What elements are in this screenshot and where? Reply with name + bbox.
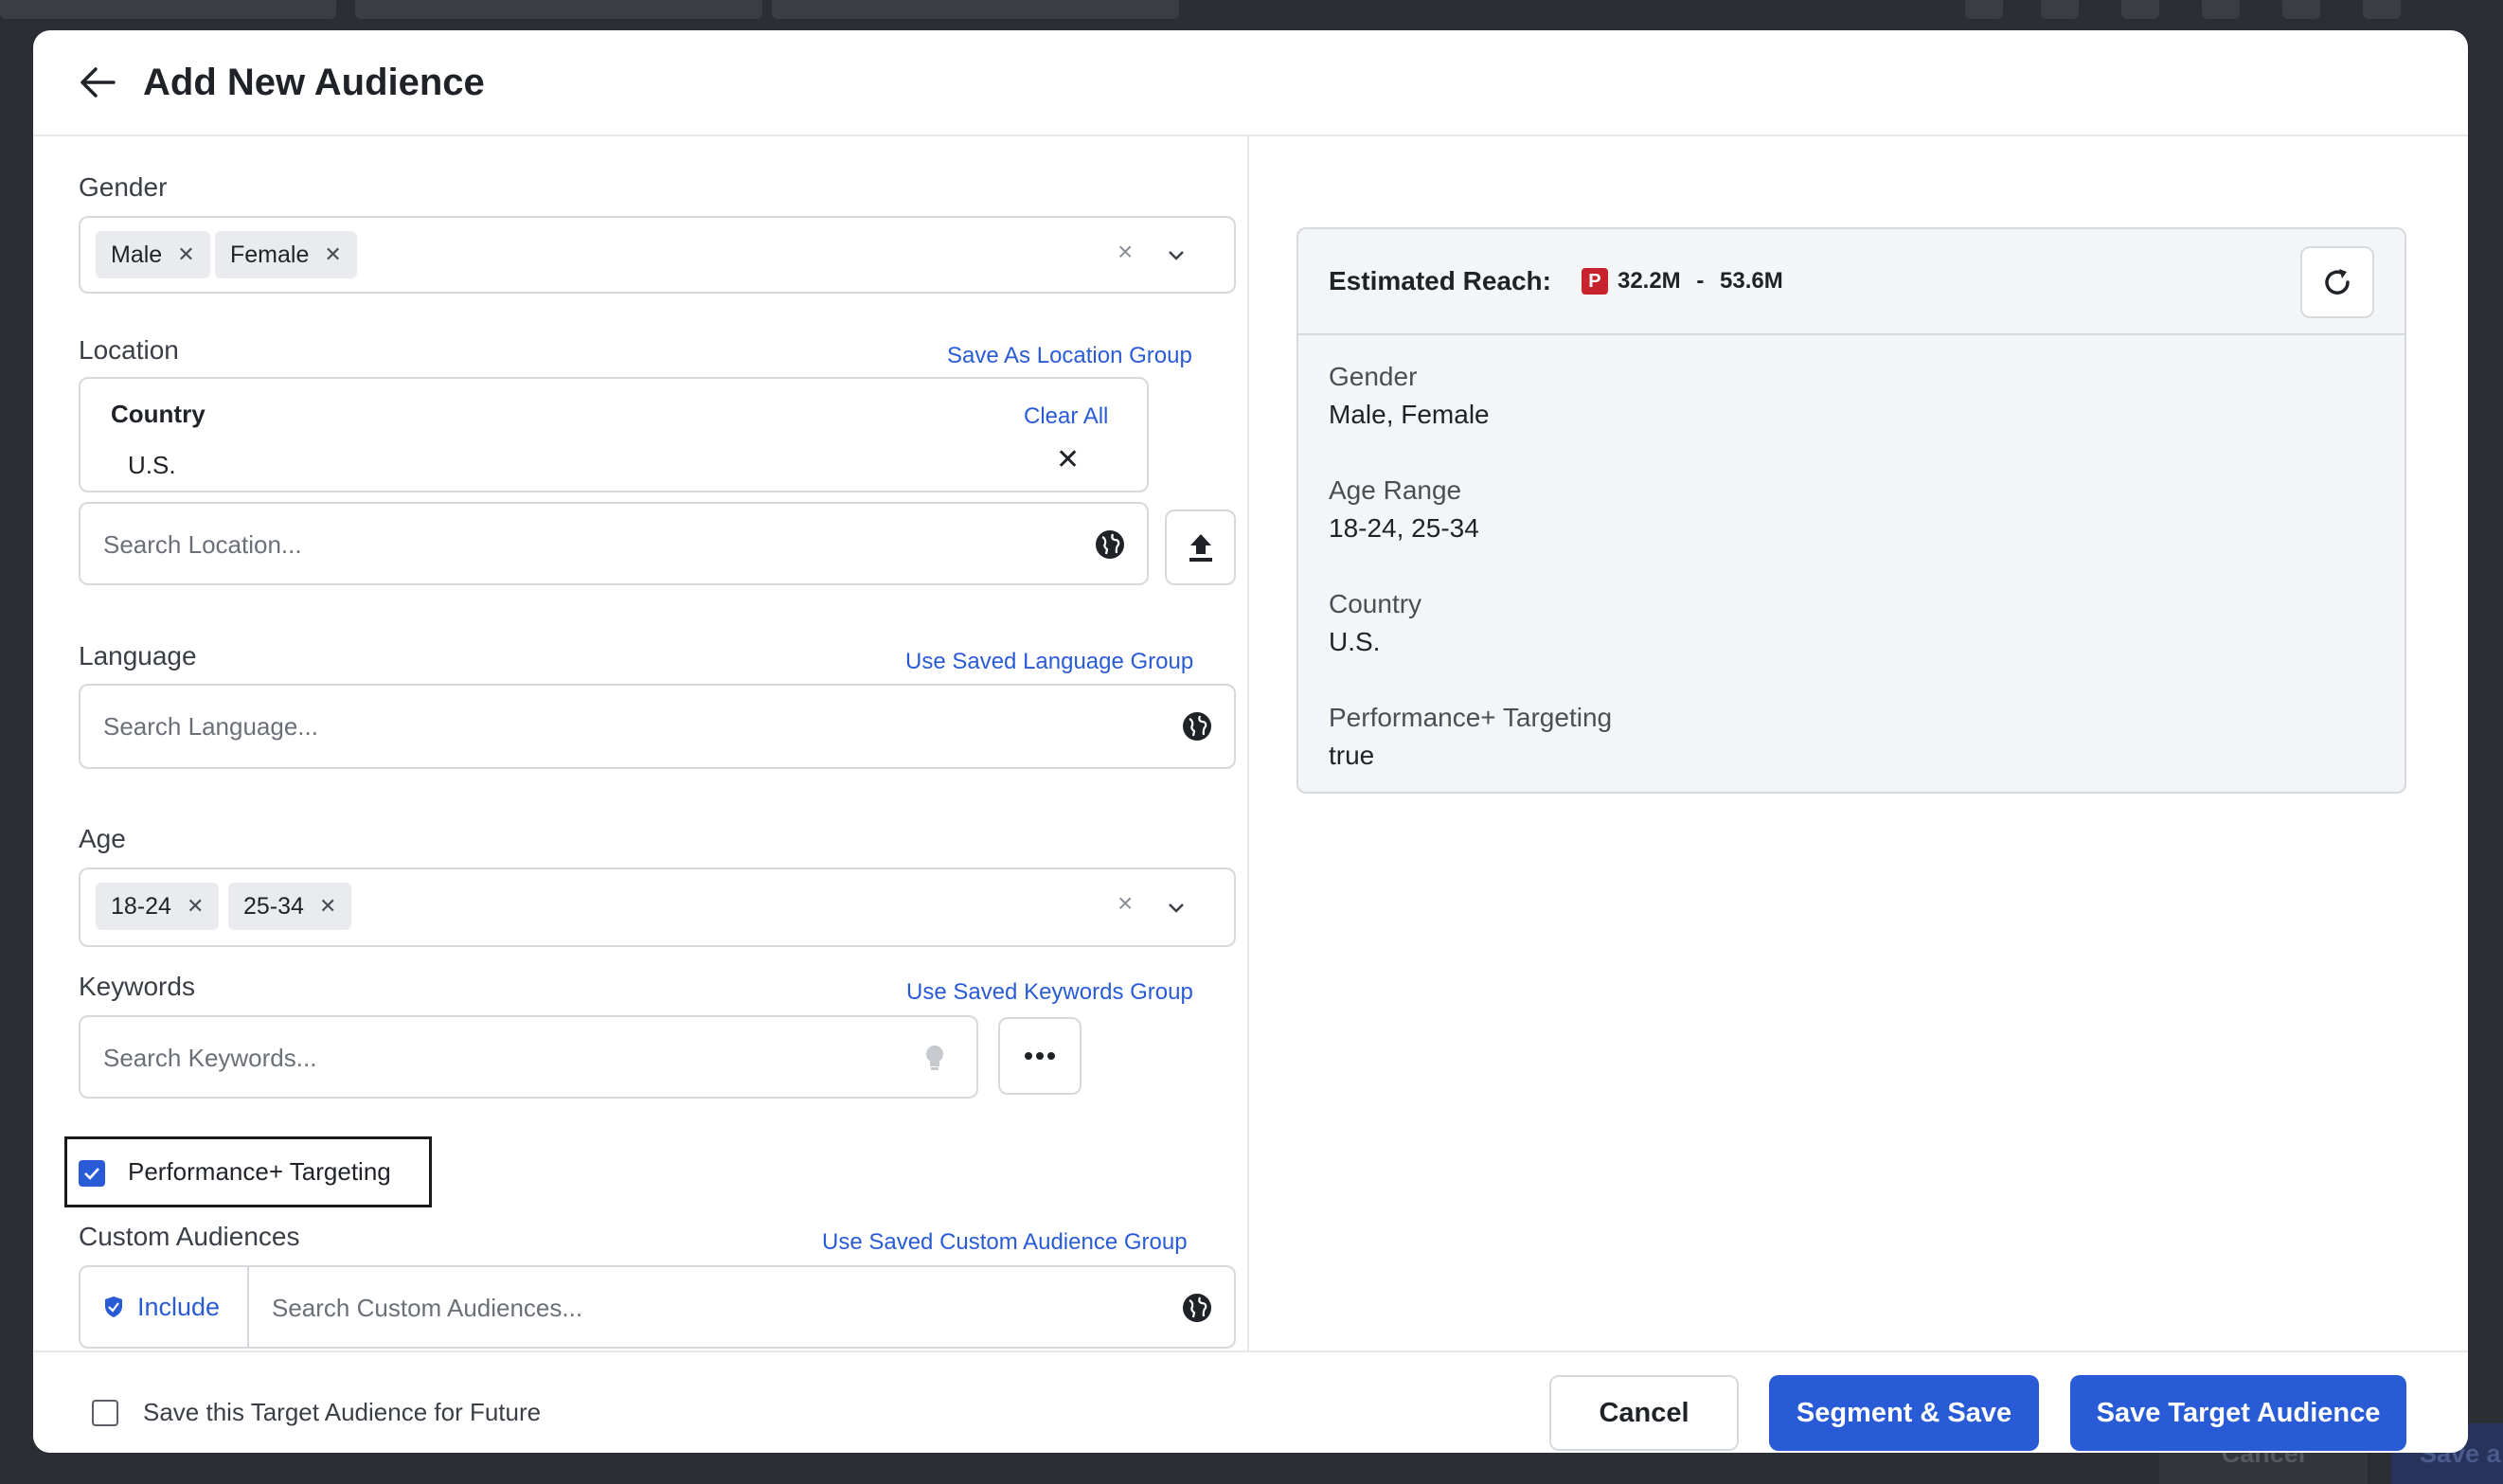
background-tab <box>355 0 762 19</box>
background-icon <box>2041 0 2079 19</box>
summary-gender-label: Gender <box>1329 362 1418 391</box>
summary-performance-value: true <box>1329 741 1375 770</box>
globe-icon[interactable] <box>1094 528 1126 561</box>
estimated-reach-title: Estimated Reach: <box>1329 266 1551 295</box>
upload-button[interactable] <box>1165 510 1236 585</box>
chevron-down-icon[interactable] <box>1166 244 1187 265</box>
age-chip-25-34: 25-34 ✕ <box>228 883 352 930</box>
targeting-form: Gender Male ✕ Female ✕ × Location Save A… <box>33 136 1249 1350</box>
globe-icon[interactable] <box>1181 710 1213 742</box>
keywords-search-placeholder: Search Keywords... <box>103 1044 317 1072</box>
arrow-left-icon <box>80 67 116 98</box>
background-toolbar <box>0 0 2503 32</box>
save-target-audience-button[interactable]: Save Target Audience <box>2070 1375 2406 1451</box>
remove-chip-icon[interactable]: ✕ <box>187 894 204 919</box>
save-for-future-label[interactable]: Save this Target Audience for Future <box>143 1398 541 1427</box>
add-audience-modal: Add New Audience Gender Male ✕ Female ✕ … <box>33 30 2468 1453</box>
reach-max: 53.6M <box>1720 268 1783 294</box>
lightbulb-icon <box>926 1046 943 1070</box>
chip-label: Female <box>230 241 310 268</box>
save-for-future-checkbox[interactable] <box>92 1400 118 1426</box>
cancel-button[interactable]: Cancel <box>1549 1375 1739 1451</box>
clear-selection-icon[interactable]: × <box>1117 888 1133 919</box>
refresh-icon <box>2325 269 2350 295</box>
performance-targeting-label[interactable]: Performance+ Targeting <box>128 1157 391 1187</box>
refresh-button[interactable] <box>2300 246 2374 318</box>
clear-selection-icon[interactable]: × <box>1117 237 1133 267</box>
age-chip-18-24: 18-24 ✕ <box>96 883 220 930</box>
keywords-label: Keywords <box>79 972 195 1001</box>
keywords-search-field[interactable]: Search Keywords... <box>79 1015 978 1099</box>
custom-audiences-field: Include Search Custom Audiences... <box>79 1265 1236 1349</box>
include-label: Include <box>137 1292 221 1321</box>
remove-chip-icon[interactable]: ✕ <box>324 242 341 267</box>
modal-footer: Save this Target Audience for Future Can… <box>33 1350 2468 1453</box>
language-search-field[interactable]: Search Language... <box>79 684 1236 769</box>
selected-countries-panel: Country Clear All U.S. ✕ <box>79 377 1149 492</box>
gender-select[interactable]: Male ✕ Female ✕ × <box>79 216 1236 294</box>
summary-gender-value: Male, Female <box>1329 400 1490 429</box>
age-label: Age <box>79 824 126 853</box>
gender-chip-male: Male ✕ <box>96 231 210 278</box>
performance-targeting-checkbox[interactable] <box>79 1160 105 1187</box>
upload-icon <box>1189 534 1212 562</box>
background-icon <box>1965 0 2003 19</box>
custom-audiences-search-placeholder[interactable]: Search Custom Audiences... <box>272 1294 582 1323</box>
estimated-reach-card: Estimated Reach: P 32.2M - 53.6M Gender … <box>1296 227 2406 794</box>
language-search-placeholder: Search Language... <box>103 712 318 741</box>
gender-label: Gender <box>79 172 168 202</box>
modal-header: Add New Audience <box>33 30 2468 136</box>
summary-country-label: Country <box>1329 589 1422 618</box>
check-icon <box>84 1168 99 1180</box>
summary-country-value: U.S. <box>1329 627 1381 656</box>
reach-separator: - <box>1690 268 1710 294</box>
location-search-field[interactable]: Search Location... <box>79 502 1149 585</box>
save-location-group-link[interactable]: Save As Location Group <box>947 343 1192 369</box>
chevron-down-icon[interactable] <box>1166 897 1187 918</box>
modal-title: Add New Audience <box>143 61 485 103</box>
use-saved-language-group-link[interactable]: Use Saved Language Group <box>905 649 1193 675</box>
reach-min: 32.2M <box>1617 268 1681 294</box>
more-options-button[interactable] <box>998 1017 1082 1095</box>
include-toggle[interactable]: Include <box>80 1267 249 1347</box>
summary-age-range-value: 18-24, 25-34 <box>1329 513 1479 543</box>
pinterest-icon: P <box>1581 268 1608 295</box>
globe-icon[interactable] <box>1181 1292 1213 1324</box>
gender-chip-female: Female ✕ <box>215 231 357 278</box>
age-select[interactable]: 18-24 ✕ 25-34 ✕ × <box>79 867 1236 947</box>
use-saved-keywords-group-link[interactable]: Use Saved Keywords Group <box>906 979 1193 1006</box>
background-icon <box>2121 0 2159 19</box>
location-search-placeholder: Search Location... <box>103 530 302 559</box>
language-label: Language <box>79 641 197 670</box>
estimated-reach-header: Estimated Reach: P 32.2M - 53.6M <box>1298 229 2405 335</box>
remove-country-icon[interactable]: ✕ <box>1056 443 1080 476</box>
performance-targeting-highlight: Performance+ Targeting <box>64 1136 432 1207</box>
remove-chip-icon[interactable]: ✕ <box>177 242 194 267</box>
custom-audiences-label: Custom Audiences <box>79 1222 300 1251</box>
background-icon <box>2282 0 2320 19</box>
country-value: U.S. <box>128 451 176 479</box>
summary-age-range-label: Age Range <box>1329 475 1462 505</box>
background-icon <box>2202 0 2240 19</box>
chip-label: Male <box>111 241 163 268</box>
remove-chip-icon[interactable]: ✕ <box>319 894 336 919</box>
shield-check-icon <box>105 1296 122 1317</box>
audience-summary-panel: Estimated Reach: P 32.2M - 53.6M Gender … <box>1251 136 2468 1350</box>
chip-label: 18-24 <box>111 892 171 920</box>
back-button[interactable] <box>73 58 122 107</box>
background-tab <box>772 0 1179 19</box>
location-label: Location <box>79 335 179 365</box>
summary-performance-label: Performance+ Targeting <box>1329 703 1613 732</box>
more-horizontal-icon <box>1025 1052 1055 1060</box>
clear-all-link[interactable]: Clear All <box>1024 403 1108 430</box>
use-saved-custom-audience-group-link[interactable]: Use Saved Custom Audience Group <box>822 1229 1188 1256</box>
country-heading: Country <box>111 400 206 428</box>
background-icon <box>2363 0 2401 19</box>
background-tab <box>0 0 336 19</box>
segment-save-button[interactable]: Segment & Save <box>1769 1375 2039 1451</box>
chip-label: 25-34 <box>243 892 304 920</box>
